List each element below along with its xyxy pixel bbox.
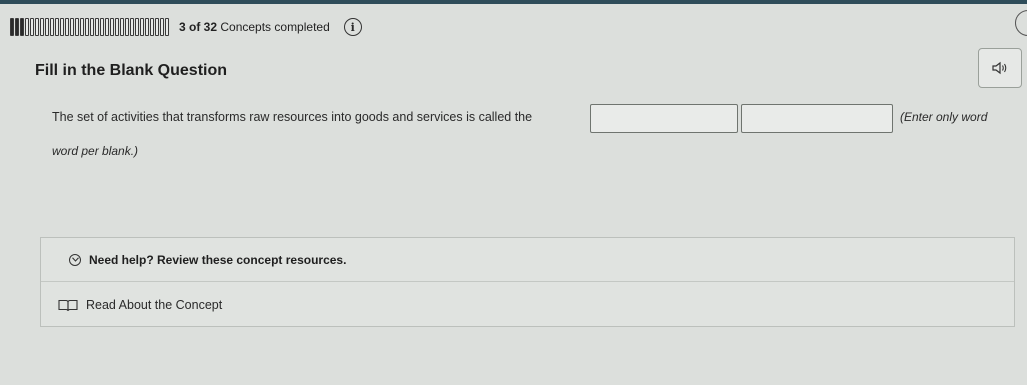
progress-segment (65, 18, 69, 36)
read-about-concept-label: Read About the Concept (86, 298, 223, 312)
question-title: Fill in the Blank Question (35, 62, 228, 79)
progress-segment (90, 18, 94, 36)
progress-segment (135, 18, 139, 36)
read-about-concept-link[interactable]: Read About the Concept (41, 282, 1014, 328)
blank-input-1[interactable] (590, 104, 738, 133)
progress-segment (55, 18, 59, 36)
question-sentence: The set of activities that transforms ra… (52, 110, 533, 124)
progress-segment (85, 18, 89, 36)
progress-segment (150, 18, 154, 36)
progress-segment (105, 18, 109, 36)
help-header-label: Need help? Review these concept resource… (89, 252, 347, 267)
progress-label: 3 of 32 Concepts completed (179, 20, 330, 34)
instruction-hint-continued: word per blank.) (52, 144, 139, 158)
progress-segment (30, 18, 34, 36)
info-icon[interactable]: i (343, 18, 362, 36)
progress-segment (100, 18, 104, 36)
progress-segment (25, 18, 29, 36)
progress-segment (140, 18, 144, 36)
progress-segment (80, 18, 84, 36)
read-aloud-button[interactable] (978, 48, 1022, 88)
progress-segment (95, 18, 99, 36)
speaker-icon (992, 61, 1007, 75)
progress-segment (160, 18, 164, 36)
progress-segment (60, 18, 64, 36)
progress-segments (10, 18, 169, 36)
progress-segment (130, 18, 134, 36)
progress-segment (20, 18, 24, 36)
progress-segment (110, 18, 114, 36)
help-resources-panel: Need help? Review these concept resource… (40, 237, 1015, 327)
progress-segment (145, 18, 149, 36)
progress-segment (50, 18, 54, 36)
progress-segment (45, 18, 49, 36)
chevron-circle-icon (69, 253, 81, 266)
progress-segment (40, 18, 44, 36)
progress-segment (15, 18, 19, 36)
progress-rest: Concepts completed (220, 20, 330, 34)
progress-segment (165, 18, 169, 36)
progress-segment (120, 18, 124, 36)
progress-segment (35, 18, 39, 36)
progress-segment (155, 18, 159, 36)
progress-segment (115, 18, 119, 36)
side-panel-toggle[interactable] (1015, 10, 1027, 36)
progress-segment (10, 18, 14, 36)
progress-segment (70, 18, 74, 36)
progress-count: 3 of 32 (179, 20, 218, 34)
top-accent-bar (0, 0, 1027, 4)
progress-row: 3 of 32 Concepts completed i (10, 17, 362, 37)
blank-input-2[interactable] (741, 104, 893, 133)
help-toggle[interactable]: Need help? Review these concept resource… (41, 238, 1014, 282)
progress-segment (75, 18, 79, 36)
progress-segment (125, 18, 129, 36)
instruction-hint: (Enter only word (900, 110, 988, 124)
book-icon (58, 299, 78, 311)
